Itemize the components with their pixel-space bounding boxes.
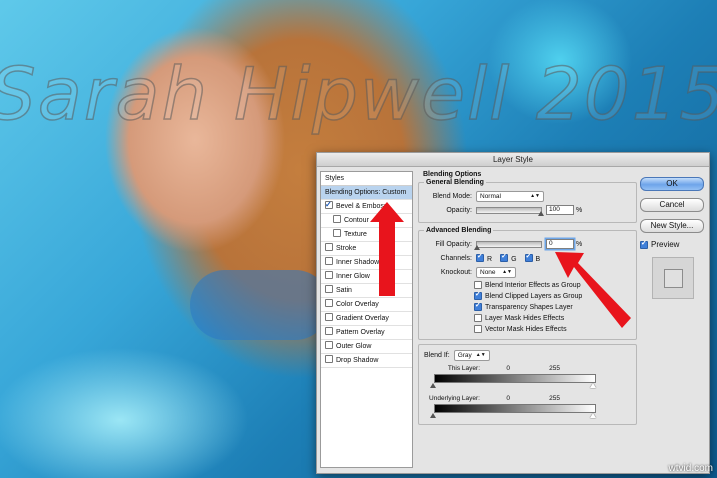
site-watermark: wtvid.com [668, 463, 713, 474]
annotation-arrows [370, 202, 631, 328]
red-arrow-icon [370, 202, 404, 296]
red-arrow-icon [555, 252, 631, 328]
